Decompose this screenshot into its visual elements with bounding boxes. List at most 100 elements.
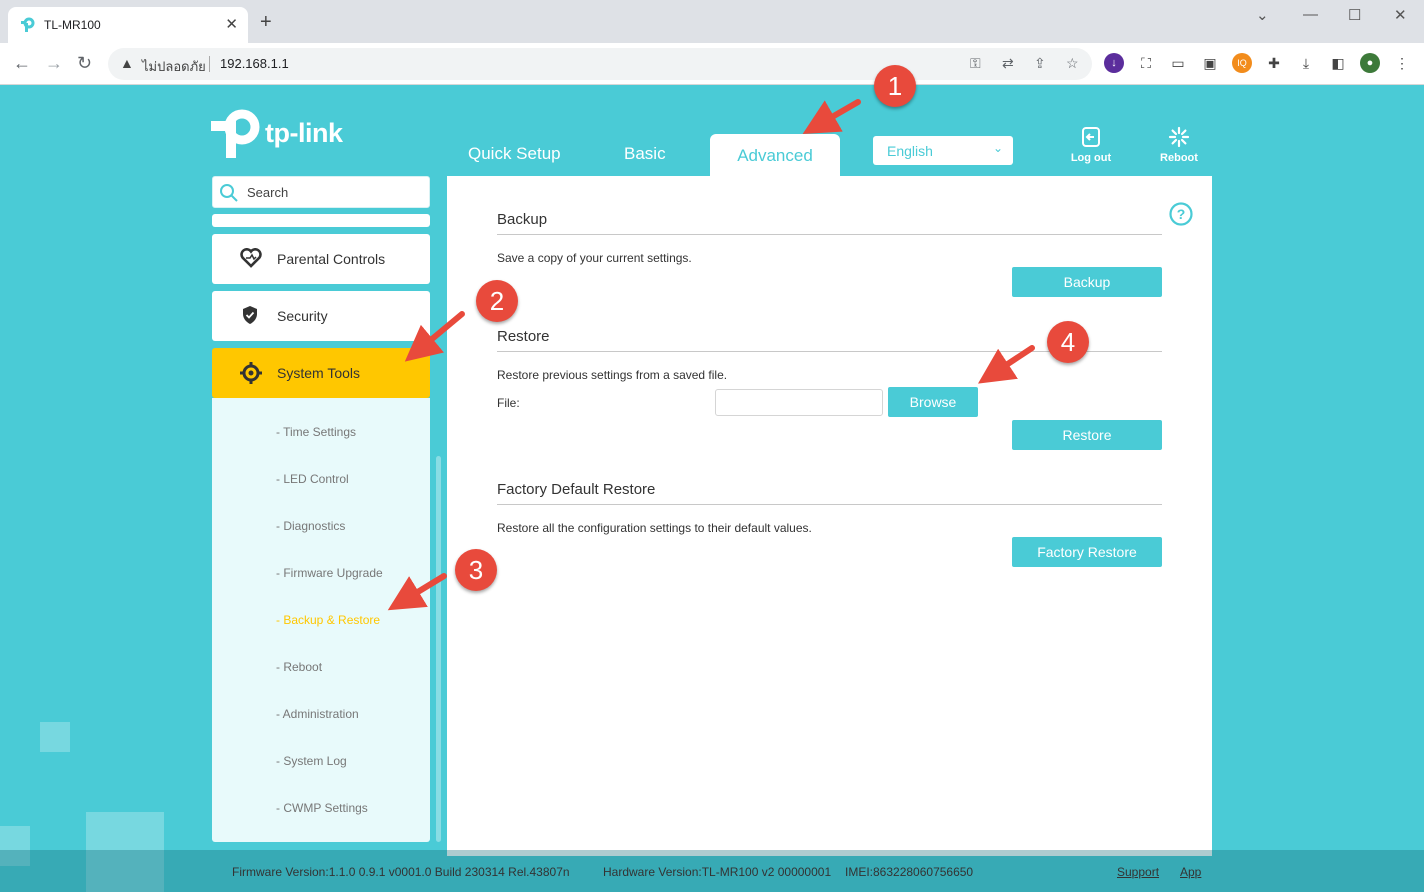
screenshot-extension-icon[interactable]: ⛶ [1136, 53, 1156, 73]
bookmark-star-icon[interactable]: ☆ [1066, 55, 1079, 72]
background-decoration [40, 722, 70, 752]
browser-tab-bar: TL-MR100 ✕ + ⌄ — ☐ ✕ [0, 0, 1424, 43]
security-label[interactable]: ไม่ปลอดภัย [142, 56, 206, 77]
sidebar-item-label: Parental Controls [277, 251, 386, 267]
submenu-backup-restore[interactable]: - Backup & Restore [276, 613, 380, 627]
footer: Firmware Version:1.1.0 0.9.1 v0001.0 Bui… [0, 850, 1424, 892]
gear-icon [240, 362, 262, 384]
factory-restore-description: Restore all the configuration settings t… [497, 521, 812, 535]
restore-description: Restore previous settings from a saved f… [497, 368, 728, 382]
reboot-label: Reboot [1160, 152, 1198, 164]
factory-restore-button[interactable]: Factory Restore [1012, 537, 1162, 567]
tab-search-icon[interactable]: ⌄ [1256, 6, 1269, 24]
submenu-system-log[interactable]: - System Log [276, 754, 347, 768]
section-divider [497, 504, 1162, 505]
profile-avatar[interactable]: ● [1360, 53, 1380, 73]
hardware-version: Hardware Version:TL-MR100 v2 00000001 [603, 865, 832, 879]
file-path-input[interactable] [715, 389, 883, 416]
tplink-favicon-icon [21, 17, 35, 32]
heart-icon [240, 248, 262, 268]
step-badge-3: 3 [455, 549, 497, 591]
sidebar-scrollbar[interactable] [436, 456, 441, 842]
iq-extension-icon[interactable]: IQ [1232, 53, 1252, 73]
submenu-time-settings[interactable]: - Time Settings [276, 425, 356, 439]
sidebar-item-partial[interactable] [212, 214, 430, 227]
key-icon[interactable]: ⚿ [970, 55, 981, 72]
logout-icon [1082, 127, 1100, 147]
reload-icon[interactable]: ↻ [77, 52, 92, 74]
tab-advanced[interactable]: Advanced [710, 134, 840, 176]
help-icon[interactable]: ? [1169, 202, 1193, 226]
shield-icon [243, 306, 257, 324]
tplink-logo: tp-link [211, 108, 351, 158]
step-badge-1: 1 [874, 65, 916, 107]
omnibox-divider [209, 56, 210, 72]
logo-text: tp-link [265, 118, 343, 148]
browse-button[interactable]: Browse [888, 387, 978, 417]
search-input[interactable]: Search [212, 176, 430, 208]
browser-menu-icon[interactable]: ⋮ [1392, 53, 1412, 73]
minimize-icon[interactable]: — [1303, 6, 1318, 23]
reboot-icon [1168, 126, 1190, 148]
extensions-puzzle-icon[interactable]: ✚ [1264, 53, 1284, 73]
maximize-icon[interactable]: ☐ [1348, 6, 1361, 24]
tab-quick-setup[interactable]: Quick Setup [468, 144, 561, 164]
backup-button[interactable]: Backup [1012, 267, 1162, 297]
downloads-icon[interactable]: ⤓ [1296, 53, 1316, 73]
search-icon [220, 184, 238, 202]
file-label: File: [497, 396, 520, 410]
submenu-diagnostics[interactable]: - Diagnostics [276, 519, 345, 533]
new-tab-icon[interactable]: + [260, 12, 272, 32]
submenu-reboot[interactable]: - Reboot [276, 660, 322, 674]
reboot-button[interactable]: Reboot [1149, 126, 1209, 164]
sidebar-item-parental-controls[interactable]: Parental Controls [212, 234, 430, 284]
submenu-firmware-upgrade[interactable]: - Firmware Upgrade [276, 566, 383, 580]
tab-close-icon[interactable]: ✕ [225, 15, 238, 33]
window-close-icon[interactable]: ✕ [1394, 6, 1407, 24]
translate-icon[interactable]: ⇄ [1002, 55, 1014, 72]
router-page: tp-link Quick Setup Basic Advanced Engli… [0, 86, 1424, 892]
logout-button[interactable]: Log out [1061, 126, 1121, 164]
restore-button[interactable]: Restore [1012, 420, 1162, 450]
imei: IMEI:863228060756650 [845, 865, 974, 879]
restore-title: Restore [497, 328, 550, 345]
sidebar-item-system-tools[interactable]: System Tools [212, 348, 430, 398]
language-value: English [887, 143, 933, 159]
system-tools-submenu: - Time Settings - LED Control - Diagnost… [212, 398, 430, 842]
address-bar[interactable]: ▲ ไม่ปลอดภัย 192.168.1.1 ⚿ ⇄ ⇪ ☆ [108, 48, 1092, 80]
backup-title: Backup [497, 211, 548, 228]
warning-icon[interactable]: ▲ [120, 55, 134, 71]
tab-title: TL-MR100 [44, 18, 101, 32]
sidebar-item-label: Security [277, 308, 328, 324]
tab-basic[interactable]: Basic [624, 144, 666, 164]
capture-extension-icon[interactable]: ▣ [1200, 53, 1220, 73]
support-link[interactable]: Support [1117, 865, 1159, 879]
svg-text:?: ? [1177, 206, 1186, 222]
chevron-down-icon: ⌄ [992, 141, 1003, 155]
logout-label: Log out [1070, 152, 1112, 164]
sidebar-item-security[interactable]: Security [212, 291, 430, 341]
step-badge-4: 4 [1047, 321, 1089, 363]
main-content-panel: Backup ? Save a copy of your current set… [447, 176, 1212, 856]
factory-restore-title: Factory Default Restore [497, 481, 656, 498]
section-divider [497, 234, 1162, 235]
share-icon[interactable]: ⇪ [1034, 55, 1046, 72]
language-select[interactable]: English ⌄ [873, 136, 1013, 165]
backup-description: Save a copy of your current settings. [497, 251, 692, 265]
browser-toolbar: ← → ↻ ▲ ไม่ปลอดภัย 192.168.1.1 ⚿ ⇄ ⇪ ☆ ↓… [0, 43, 1424, 85]
firmware-version: Firmware Version:1.1.0 0.9.1 v0001.0 Bui… [232, 865, 570, 879]
sidebar-item-label: System Tools [277, 365, 360, 381]
cast-extension-icon[interactable]: ▭ [1168, 53, 1188, 73]
download-extension-icon[interactable]: ↓ [1104, 53, 1124, 73]
app-link[interactable]: App [1180, 865, 1201, 879]
search-placeholder: Search [247, 185, 289, 200]
back-icon[interactable]: ← [13, 52, 31, 74]
submenu-administration[interactable]: - Administration [276, 707, 359, 721]
browser-tab[interactable]: TL-MR100 ✕ [8, 7, 248, 43]
forward-icon[interactable]: → [45, 52, 63, 74]
submenu-led-control[interactable]: - LED Control [276, 472, 349, 486]
tplink-logo-icon [211, 109, 260, 158]
submenu-cwmp-settings[interactable]: - CWMP Settings [276, 801, 368, 815]
url-text[interactable]: 192.168.1.1 [220, 56, 289, 71]
side-panel-icon[interactable]: ◧ [1328, 53, 1348, 73]
